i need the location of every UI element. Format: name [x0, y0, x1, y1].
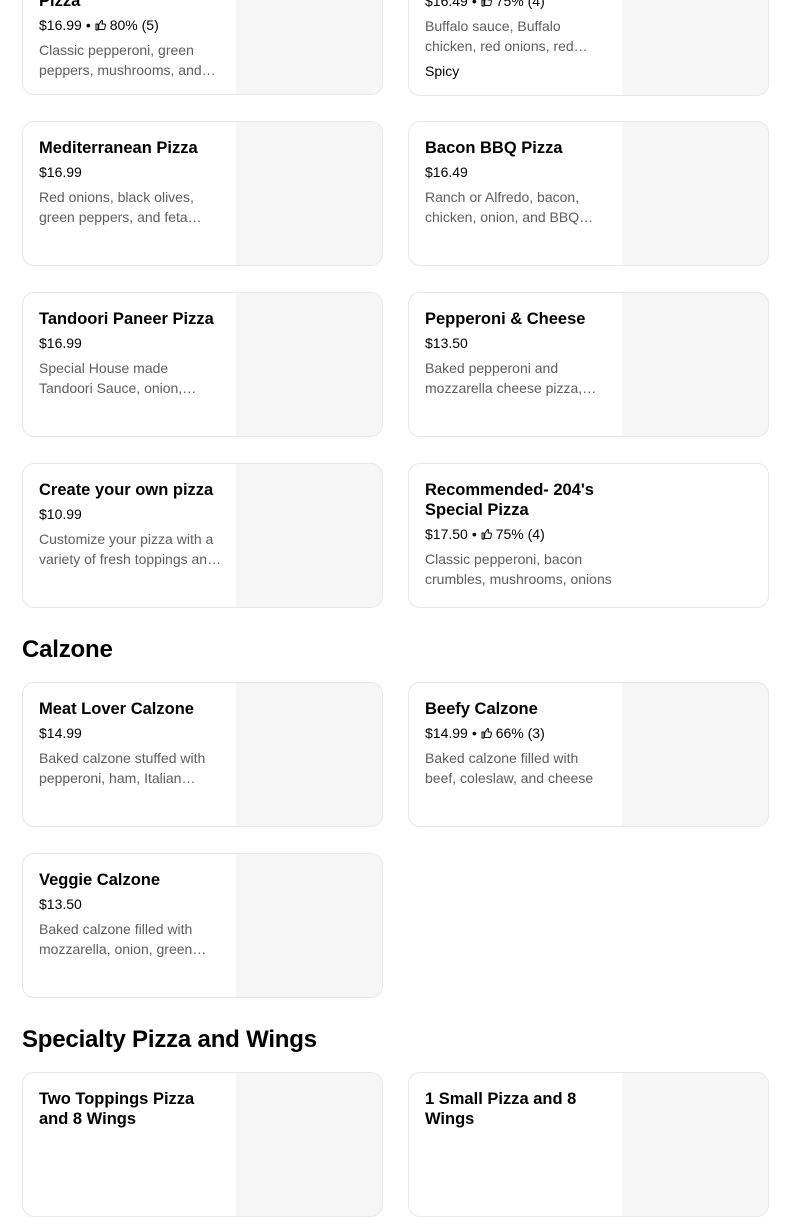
item-name: Bacon BBQ Pizza: [425, 139, 563, 157]
menu-item-card[interactable]: Mediterranean Pizza $16.99 Red onions, b…: [22, 121, 383, 266]
item-meta: $16.49 • 75% (4): [425, 0, 611, 10]
item-description: Baked pepperoni and mozzarella cheese pi…: [425, 360, 583, 396]
item-description: Red onions, black olives, green peppers,…: [39, 189, 194, 225]
item-name: Create your own pizza: [39, 481, 214, 499]
item-price: $17.50: [425, 526, 468, 542]
item-price: $16.99: [39, 335, 82, 351]
item-meta: $16.99 • 80% (5): [39, 17, 159, 33]
item-name: Recommended- 204's Special Pizza: [425, 481, 594, 519]
item-name: Beefy Calzone: [425, 700, 538, 718]
item-description: Classic pepperoni, green peppers, mushro…: [39, 42, 202, 78]
menu-item-card[interactable]: Beefy Calzone $14.99 • 66% (3) Baked calzo…: [408, 682, 769, 827]
menu-item-card[interactable]: Veggie Calzone $13.50 Baked calzone fill…: [22, 853, 383, 998]
item-price: $16.49: [425, 164, 468, 180]
item-description: Baked calzone filled with mozzarella, on…: [39, 921, 193, 957]
item-image: [622, 122, 768, 265]
item-price: $14.99: [39, 725, 82, 741]
item-price: $16.99: [39, 17, 82, 33]
item-price: $14.99: [425, 725, 468, 741]
item-rating: 80% (5): [109, 17, 159, 33]
item-name: Pepperoni & Cheese: [425, 310, 586, 328]
item-description: Ranch or Alfredo, bacon, chicken, onion,…: [425, 189, 580, 225]
item-description: Classic pepperoni, bacon crumbles, mushr…: [425, 551, 612, 587]
item-rating: 75% (4): [495, 0, 545, 9]
item-description: Baked calzone stuffed with pepperoni, ha…: [39, 750, 206, 786]
item-price: $10.99: [39, 506, 82, 522]
thumbs-up-icon: [481, 728, 492, 739]
item-rating: 66% (3): [495, 725, 545, 741]
menu-item-card[interactable]: Pepperoni & Cheese $13.50 Baked pepperon…: [408, 292, 769, 437]
item-description: Customize your pizza with a variety of f…: [39, 531, 215, 567]
item-name: Mediterranean Pizza: [39, 139, 198, 157]
menu-item-card[interactable]: Create your own pizza $10.99 Customize y…: [22, 463, 383, 608]
item-image: [236, 683, 382, 826]
menu-item-card[interactable]: Recommended- 204's Special Pizza $17.50 •…: [408, 463, 769, 608]
item-name: Pizza: [39, 0, 81, 10]
item-image: [236, 0, 382, 94]
item-description: Special House made Tandoori Sauce, onion…: [39, 360, 183, 396]
item-image: [622, 683, 768, 826]
item-name: 1 Small Pizza and 8 Wings: [425, 1090, 577, 1128]
menu-item-card[interactable]: Two Toppings Pizza and 8 Wings: [22, 1072, 383, 1217]
item-name: Meat Lover Calzone: [39, 700, 194, 718]
item-meta: $17.50 • 75% (4): [425, 526, 545, 542]
thumbs-up-icon: [481, 0, 492, 7]
item-image: [236, 122, 382, 265]
item-price: $13.50: [39, 896, 82, 912]
menu-item-card[interactable]: 1 Small Pizza and 8 Wings: [408, 1072, 769, 1217]
menu-item-card[interactable]: $16.49 • 75% (4) Buffalo sauce, Buffalo ch…: [408, 0, 769, 96]
item-description: Buffalo sauce, Buffalo chicken, red onio…: [425, 18, 574, 54]
item-meta: $14.99 • 66% (3): [425, 725, 545, 741]
item-name: Veggie Calzone: [39, 871, 161, 889]
item-image: [236, 464, 382, 607]
item-image: [622, 293, 768, 436]
item-price: $16.49: [425, 0, 468, 9]
item-image: [236, 293, 382, 436]
item-image: [622, 0, 768, 95]
thumbs-up-icon: [481, 529, 492, 540]
spicy-badge: Spicy: [425, 63, 460, 79]
item-image: [622, 1073, 768, 1216]
item-image: [236, 1073, 382, 1216]
thumbs-up-icon: [95, 20, 106, 31]
item-price: $16.99: [39, 164, 82, 180]
menu-item-card[interactable]: Pizza $16.99 • 80% (5) Classic pepperoni, …: [22, 0, 383, 95]
item-name: Tandoori Paneer Pizza: [39, 310, 214, 328]
section-title-calzone: Calzone: [22, 636, 113, 663]
item-description: Baked calzone filled with beef, coleslaw…: [425, 750, 594, 786]
menu-item-card[interactable]: Tandoori Paneer Pizza $16.99 Special Hou…: [22, 292, 383, 437]
section-title-specialty-pizza-wings: Specialty Pizza and Wings: [22, 1026, 317, 1053]
item-image: [236, 854, 382, 997]
menu-item-card[interactable]: Bacon BBQ Pizza $16.49 Ranch or Alfredo,…: [408, 121, 769, 266]
item-name: Two Toppings Pizza and 8 Wings: [39, 1090, 195, 1128]
item-rating: 75% (4): [495, 526, 545, 542]
menu-item-card[interactable]: Meat Lover Calzone $14.99 Baked calzone …: [22, 682, 383, 827]
item-price: $13.50: [425, 335, 468, 351]
